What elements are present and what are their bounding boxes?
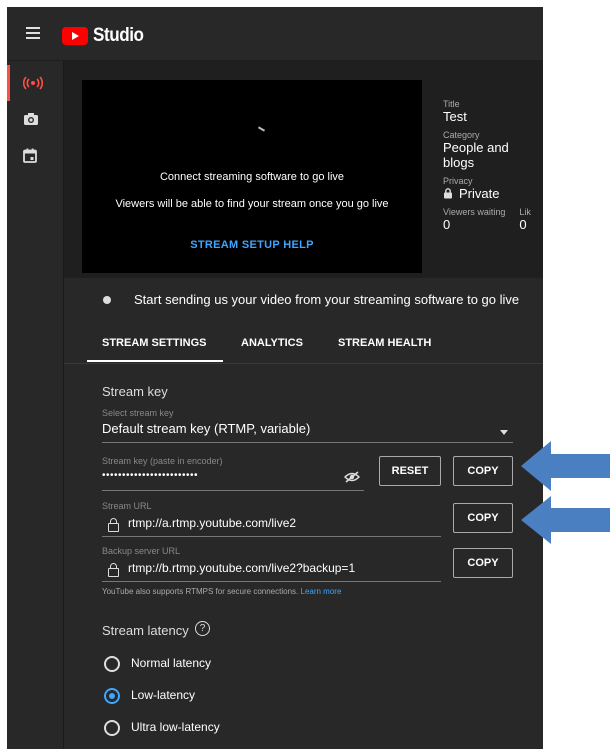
stream-latency-title: Stream latency — [102, 623, 189, 638]
logo-text: Studio — [93, 25, 144, 46]
copy-stream-key-button[interactable]: COPY — [453, 456, 513, 486]
main-content: Connect streaming software to go live Vi… — [64, 61, 543, 749]
viewers-waiting-value: 0 — [443, 217, 451, 232]
help-icon[interactable]: ? — [195, 621, 210, 636]
radio-normal-latency[interactable] — [104, 656, 120, 672]
sidebar-item-manage[interactable] — [7, 137, 63, 173]
title-value: Test — [443, 109, 467, 124]
preview-message-secondary: Viewers will be able to find your stream… — [115, 198, 389, 210]
stream-preview: Connect streaming software to go live Vi… — [82, 80, 422, 273]
copy-backup-url-button[interactable]: COPY — [453, 548, 513, 578]
category-value: People and blogs — [443, 140, 509, 170]
stream-info-panel: Title Test Category People and blogs Pri… — [443, 99, 543, 238]
privacy-value-row: Private — [443, 186, 543, 201]
loading-spinner-icon — [257, 126, 266, 132]
status-text: Start sending us your video from your st… — [134, 292, 520, 307]
privacy-value: Private — [459, 186, 500, 201]
likes-stat: Lik 0 — [519, 207, 531, 238]
likes-label: Lik — [519, 207, 531, 217]
status-indicator-icon — [103, 296, 111, 304]
annotation-arrow-icon — [521, 496, 610, 544]
menu-icon[interactable] — [26, 27, 40, 39]
learn-more-link[interactable]: Learn more — [301, 587, 342, 596]
ultra-low-latency-label: Ultra low-latency — [131, 720, 220, 734]
camera-icon — [24, 113, 38, 125]
lock-icon — [108, 563, 119, 577]
radio-low-latency[interactable] — [104, 688, 120, 704]
backup-url-value: rtmp://b.rtmp.youtube.com/live2?backup=1 — [128, 561, 356, 575]
low-latency-label: Low-latency — [131, 688, 196, 702]
viewers-waiting-label: Viewers waiting — [443, 207, 506, 217]
category-label: Category — [443, 130, 480, 140]
viewer-stats-row: Viewers waiting 0 Lik 0 — [443, 207, 543, 238]
youtube-play-icon — [62, 27, 88, 45]
normal-latency-label: Normal latency — [131, 656, 212, 670]
stream-settings-panel: Stream key Select stream key Default str… — [64, 364, 543, 749]
select-stream-key-label: Select stream key — [102, 408, 174, 418]
backup-url-label: Backup server URL — [102, 546, 181, 556]
stream-tabs: STREAM SETTINGS ANALYTICS STREAM HEALTH — [64, 323, 543, 364]
tab-stream-settings[interactable]: STREAM SETTINGS — [102, 337, 207, 349]
viewers-waiting-stat: Viewers waiting 0 — [443, 207, 505, 238]
select-underline — [102, 442, 513, 443]
stream-key-value: •••••••••••••••••••••••• — [102, 470, 199, 481]
stream-url-value: rtmp://a.rtmp.youtube.com/live2 — [128, 516, 297, 530]
visibility-off-icon[interactable] — [344, 471, 360, 483]
stream-setup-help-link[interactable]: STREAM SETUP HELP — [82, 239, 422, 251]
tab-stream-health[interactable]: STREAM HEALTH — [338, 337, 431, 349]
select-stream-key-value: Default stream key (RTMP, variable) — [102, 421, 311, 436]
stream-url-label: Stream URL — [102, 501, 152, 511]
active-tab-indicator — [87, 360, 223, 362]
annotation-arrow-icon — [521, 441, 610, 491]
rtmps-note: YouTube also supports RTMPS for secure c… — [102, 587, 341, 596]
title-label: Title — [443, 99, 460, 109]
lock-icon — [108, 518, 119, 532]
sidebar — [7, 61, 64, 749]
studio-logo[interactable]: Studio — [62, 25, 149, 47]
preview-message-primary: Connect streaming software to go live — [159, 171, 345, 183]
rtmps-note-text: YouTube also supports RTMPS for secure c… — [102, 587, 299, 596]
sidebar-item-stream[interactable] — [7, 65, 63, 101]
stream-key-title: Stream key — [102, 384, 168, 399]
likes-value: 0 — [519, 217, 527, 232]
youtube-studio-app: Studio Connect streaming software to go … — [7, 7, 543, 749]
stream-key-label: Stream key (paste in encoder) — [102, 456, 223, 466]
backup-url-underline — [102, 581, 441, 582]
dropdown-arrow-icon — [500, 430, 508, 435]
lock-icon — [444, 188, 452, 199]
stream-key-underline — [102, 490, 364, 491]
sidebar-item-webcam[interactable] — [7, 101, 63, 137]
stream-url-underline — [102, 536, 441, 537]
calendar-icon — [23, 148, 37, 163]
tab-analytics[interactable]: ANALYTICS — [241, 337, 303, 349]
top-bar: Studio — [7, 7, 543, 61]
privacy-label: Privacy — [443, 176, 473, 186]
radio-ultra-low-latency[interactable] — [104, 720, 120, 736]
stream-status-bar: Start sending us your video from your st… — [64, 278, 543, 323]
copy-stream-url-button[interactable]: COPY — [453, 503, 513, 533]
reset-button[interactable]: RESET — [379, 456, 441, 486]
live-broadcast-icon — [23, 76, 43, 90]
